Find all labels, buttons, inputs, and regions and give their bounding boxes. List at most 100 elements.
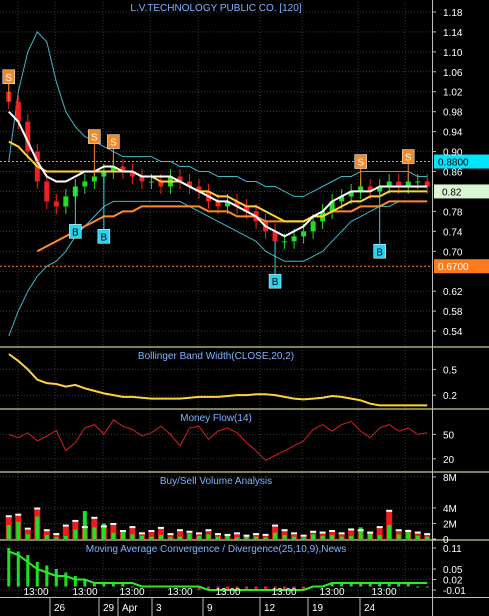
- buy-volume-bar: [273, 532, 278, 539]
- y-tick-label: 1.10: [443, 48, 463, 59]
- buy-volume-bar: [349, 535, 354, 539]
- y-tick-label: 2M: [443, 519, 457, 530]
- candle-body: [415, 181, 421, 183]
- volume-cap: [167, 533, 174, 536]
- volume-cap: [414, 531, 421, 534]
- mfi-line: [8, 419, 428, 462]
- volume-cap: [100, 525, 107, 528]
- y-tick-label: 0.70: [443, 247, 463, 258]
- buy-volume-bar: [158, 535, 163, 539]
- macd-histogram-bar: [35, 562, 39, 587]
- signal-label: B: [272, 277, 279, 288]
- candle-body: [282, 241, 288, 243]
- x-time-label: 13:00: [119, 587, 144, 598]
- buy-volume-bar: [130, 534, 135, 539]
- volume-title: Buy/Sell Volume Analysis: [160, 476, 272, 487]
- macd-line: [8, 550, 428, 591]
- buy-volume-bar: [311, 534, 316, 539]
- y-tick-label: 0.11: [443, 544, 462, 555]
- mfi-panel: [8, 419, 428, 462]
- buy-volume-bar: [44, 535, 49, 539]
- candle-body: [148, 181, 154, 183]
- x-time-label: 13:00: [371, 587, 396, 598]
- y-tick-label: 0.62: [443, 287, 463, 298]
- volume-cap: [129, 526, 136, 529]
- buy-volume-bar: [16, 521, 21, 539]
- candle-body: [63, 196, 69, 207]
- buy-volume-bar: [292, 536, 297, 539]
- y-tick-label: 0.78: [443, 207, 463, 218]
- volume-cap: [310, 530, 317, 533]
- macd-histogram-bar: [425, 586, 429, 588]
- buy-volume-bar: [206, 534, 211, 539]
- reference-label: 0.6700: [438, 262, 469, 273]
- volume-cap: [386, 509, 393, 512]
- y-tick-label: 0.02: [443, 576, 463, 587]
- grid: [0, 2, 432, 597]
- candle-body: [53, 201, 59, 207]
- x-axis: 13:00 13:00 13:00 13:00 13:00 13:00 13:00 13:00…: [23, 587, 397, 616]
- signal-label: B: [376, 247, 383, 258]
- candle-body: [291, 236, 297, 242]
- x-date-label: 12: [264, 603, 276, 614]
- volume-cap: [243, 534, 250, 537]
- buy-volume-bar: [139, 535, 144, 539]
- volume-cap: [376, 526, 383, 529]
- volume-cap: [81, 526, 88, 529]
- y-tick-label: 1.18: [443, 8, 463, 19]
- ma-white-line: [8, 111, 428, 238]
- volume-cap: [272, 524, 279, 527]
- y-tick-label: 0.5: [443, 365, 457, 376]
- volume-cap: [110, 523, 117, 526]
- volume-cap: [319, 531, 326, 534]
- signal-label: S: [110, 138, 117, 149]
- signals: S S S S S B B B B: [2, 69, 415, 289]
- buy-volume-bar: [149, 536, 154, 539]
- volume-cap: [424, 533, 431, 536]
- macd-histogram-bar: [45, 565, 49, 587]
- candle-body: [91, 176, 97, 182]
- volume-cap: [53, 533, 60, 536]
- signal-label: B: [101, 232, 108, 243]
- y-tick-label: 0.74: [443, 227, 463, 238]
- buy-volume-bar: [254, 536, 259, 539]
- x-time-label: 13:00: [72, 587, 97, 598]
- volume-cap: [186, 530, 193, 533]
- volume-cap: [262, 533, 269, 536]
- y-tick-label: 50: [443, 430, 455, 441]
- volume-cap: [43, 529, 50, 532]
- x-date-label: 9: [207, 603, 213, 614]
- volume-cap: [329, 530, 336, 533]
- buy-volume-bar: [111, 532, 116, 539]
- y-tick-label: -0.01: [443, 586, 466, 597]
- y-tick-label: 0.2: [443, 391, 457, 402]
- x-time-label: 13:00: [271, 587, 296, 598]
- volume-cap: [367, 531, 374, 534]
- y-tick-label: 0.94: [443, 128, 463, 139]
- buy-volume-bar: [368, 532, 373, 539]
- x-time-label: 13:00: [167, 587, 192, 598]
- volume-cap: [215, 533, 221, 536]
- candle-body: [310, 221, 316, 232]
- x-date-label: 3: [156, 603, 162, 614]
- x-date-label: 24: [364, 603, 376, 614]
- buy-volume-bar: [35, 516, 40, 539]
- y-axis: 1.18 1.14 1.10 1.06 1.02 0.98 0.94 0.90 0.86 0.78…: [432, 8, 466, 597]
- volume-cap: [5, 515, 12, 518]
- volume-cap: [338, 532, 345, 535]
- chart-title: L.V.TECHNOLOGY PUBLIC CO. [120]: [130, 3, 301, 14]
- buy-volume-bar: [54, 537, 59, 539]
- buy-volume-bar: [196, 535, 201, 539]
- buy-volume-bar: [6, 525, 11, 539]
- y-tick-label: 4M: [443, 504, 457, 515]
- buy-volume-bar: [235, 537, 240, 539]
- buy-volume-bar: [25, 534, 30, 539]
- macd-histogram-bar: [64, 572, 68, 587]
- y-tick-label: 0.98: [443, 108, 463, 119]
- buy-volume-bar: [358, 527, 363, 539]
- buy-volume-bar: [330, 535, 335, 539]
- buy-volume-bar: [387, 525, 392, 539]
- macd-histogram-bar: [54, 569, 58, 587]
- volume-cap: [176, 529, 183, 532]
- stock-chart: 0.88000.67000.82 SS SS SB BBB 1.181.141.101…: [0, 0, 489, 616]
